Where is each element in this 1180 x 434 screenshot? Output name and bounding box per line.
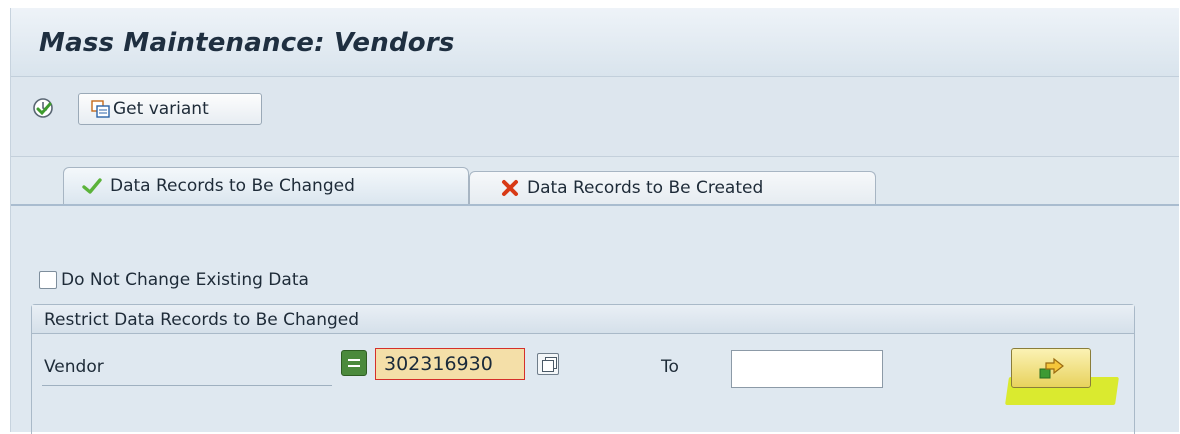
selection-option-icon[interactable] xyxy=(341,350,367,376)
application-window: Mass Maintenance: Vendors Get variant Da… xyxy=(10,8,1179,434)
arrow-right-icon xyxy=(1039,357,1064,379)
tab-data-records-to-be-changed[interactable]: Data Records to Be Changed xyxy=(63,167,469,204)
multiple-selection-icon[interactable] xyxy=(537,353,559,375)
application-toolbar: Get variant xyxy=(11,77,1179,157)
vendor-to-field[interactable] xyxy=(731,350,883,388)
get-variant-icon xyxy=(91,100,111,118)
tab-label: Data Records to Be Changed xyxy=(110,176,355,196)
execute-clock-icon[interactable] xyxy=(32,97,54,119)
to-label: To xyxy=(661,357,679,377)
tab-content-panel: Do Not Change Existing Data Restrict Dat… xyxy=(11,204,1179,434)
restrict-records-group: Restrict Data Records to Be Changed Vend… xyxy=(31,304,1135,434)
checkbox-label: Do Not Change Existing Data xyxy=(61,270,309,290)
vendor-label-underline xyxy=(42,385,332,386)
vendor-from-field[interactable] xyxy=(375,348,525,380)
x-icon xyxy=(500,178,520,198)
vendor-label: Vendor xyxy=(44,357,104,377)
page-title: Mass Maintenance: Vendors xyxy=(39,28,455,58)
execute-button[interactable] xyxy=(1011,348,1091,388)
do-not-change-existing-data-row: Do Not Change Existing Data xyxy=(39,270,309,290)
tab-label: Data Records to Be Created xyxy=(527,178,764,198)
title-bar: Mass Maintenance: Vendors xyxy=(11,8,1179,77)
tab-data-records-to-be-created[interactable]: Data Records to Be Created xyxy=(469,171,876,204)
get-variant-label: Get variant xyxy=(113,99,209,119)
get-variant-button[interactable]: Get variant xyxy=(78,93,262,125)
do-not-change-existing-data-checkbox[interactable] xyxy=(39,271,57,289)
group-title: Restrict Data Records to Be Changed xyxy=(32,305,1134,334)
checkmark-icon xyxy=(82,176,102,196)
